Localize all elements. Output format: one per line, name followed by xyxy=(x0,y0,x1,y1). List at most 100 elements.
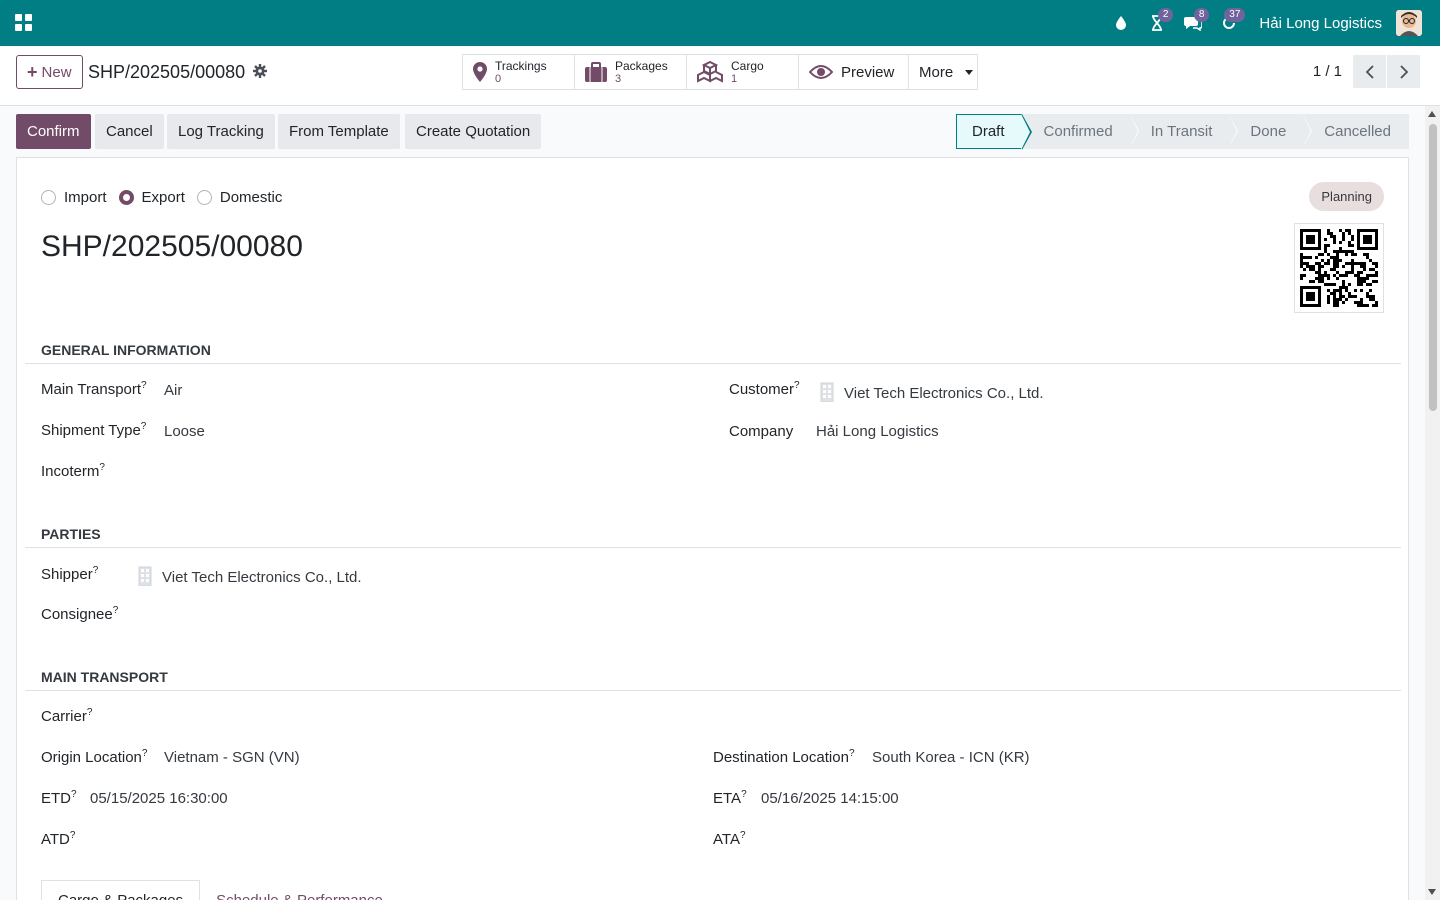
user-avatar[interactable] xyxy=(1396,10,1422,36)
stage-confirmed[interactable]: Confirmed xyxy=(1021,113,1139,149)
section-parties: PARTIES xyxy=(25,526,1401,548)
company-switcher[interactable]: Hải Long Logistics xyxy=(1259,15,1382,32)
chevron-right-icon xyxy=(1399,64,1408,79)
customer-name: Viet Tech Electronics Co., Ltd. xyxy=(844,384,1044,402)
building-icon xyxy=(820,382,834,406)
origin-location-field[interactable]: Vietnam - SGN (VN) xyxy=(164,749,300,766)
droplet-icon[interactable] xyxy=(1103,0,1139,46)
cargo-count: 1 xyxy=(731,72,738,85)
radio-export-label: Export xyxy=(141,189,185,206)
scroll-up-arrow-icon[interactable] xyxy=(1428,111,1436,117)
stage-in-transit[interactable]: In Transit xyxy=(1128,113,1239,149)
etd-field[interactable]: 05/15/2025 16:30:00 xyxy=(90,790,228,807)
stage-done[interactable]: Done xyxy=(1228,113,1313,149)
systray: 2 8 37 Hải Long Logistics xyxy=(1103,0,1422,46)
breadcrumb: SHP/202505/00080 xyxy=(88,62,268,83)
messages-badge: 8 xyxy=(1193,8,1210,22)
apps-menu-icon[interactable] xyxy=(15,14,32,31)
atd-label: ATD? xyxy=(41,830,76,848)
shipment-type-field[interactable]: Loose xyxy=(164,423,205,440)
packages-smart-button[interactable]: Packages 3 xyxy=(575,55,687,89)
pager: 1 / 1 xyxy=(1313,55,1420,88)
destination-location-field[interactable]: South Korea - ICN (KR) xyxy=(872,749,1030,766)
cargo-smart-button[interactable]: Cargo 1 xyxy=(687,55,799,89)
create-quotation-button[interactable]: Create Quotation xyxy=(405,114,542,149)
stage-in-transit-label: In Transit xyxy=(1150,123,1213,140)
smart-buttons: Trackings 0 Packages 3 Cargo 1 Preview More xyxy=(462,54,978,90)
stage-draft[interactable]: Draft xyxy=(956,114,1032,150)
incoterm-label: Incoterm? xyxy=(41,462,105,480)
pager-previous-button[interactable] xyxy=(1353,55,1386,88)
updates-badge: 37 xyxy=(1224,8,1246,22)
direction-radio-group: Import Export Domestic xyxy=(41,189,284,206)
suitcase-icon xyxy=(585,62,607,82)
record-title: SHP/202505/00080 xyxy=(41,230,303,263)
shipper-label: Shipper? xyxy=(41,565,99,583)
trackings-count: 0 xyxy=(495,72,502,85)
scroll-down-arrow-icon[interactable] xyxy=(1428,889,1436,895)
top-navbar: 2 8 37 Hải Long Logistics xyxy=(0,0,1440,46)
packages-count: 3 xyxy=(615,72,622,85)
carrier-label: Carrier? xyxy=(41,707,93,725)
shipment-type-label: Shipment Type? xyxy=(41,421,147,439)
cancel-button[interactable]: Cancel xyxy=(95,114,164,149)
radio-import-dot xyxy=(41,190,56,205)
customer-label: Customer? xyxy=(729,380,800,398)
log-tracking-button[interactable]: Log Tracking xyxy=(167,114,275,149)
chevron-left-icon xyxy=(1365,64,1374,79)
activity-badge: 2 xyxy=(1157,8,1174,22)
qr-code xyxy=(1294,223,1384,313)
shipper-field[interactable]: Viet Tech Electronics Co., Ltd. xyxy=(138,566,362,590)
gear-icon[interactable] xyxy=(253,62,268,83)
radio-export[interactable]: Export xyxy=(118,189,185,206)
confirm-button[interactable]: Confirm xyxy=(16,114,91,149)
eta-field[interactable]: 05/16/2025 14:15:00 xyxy=(761,790,899,807)
tab-schedule-performance[interactable]: Schedule & Performance xyxy=(200,880,399,900)
from-template-button[interactable]: From Template xyxy=(278,114,400,149)
origin-location-label: Origin Location? xyxy=(41,748,148,766)
radio-domestic[interactable]: Domestic xyxy=(196,189,283,206)
trackings-label: Trackings xyxy=(495,58,547,73)
preview-button[interactable]: Preview xyxy=(799,55,909,89)
plus-icon: + xyxy=(27,62,38,82)
breadcrumb-record: SHP/202505/00080 xyxy=(88,62,246,82)
radio-export-dot xyxy=(118,190,134,205)
radio-import[interactable]: Import xyxy=(41,189,107,206)
stage-cancelled[interactable]: Cancelled xyxy=(1302,114,1409,149)
stage-done-label: Done xyxy=(1250,123,1287,140)
caret-down-icon xyxy=(965,69,974,75)
notebook-tabs: Cargo & Packages Schedule & Performance xyxy=(41,880,399,900)
consignee-label: Consignee? xyxy=(41,605,119,623)
page-scrollbar[interactable] xyxy=(1425,106,1440,900)
refresh-updates-icon[interactable]: 37 xyxy=(1211,0,1247,46)
messages-icon[interactable]: 8 xyxy=(1175,0,1211,46)
more-label: More xyxy=(919,63,954,81)
customer-field[interactable]: Viet Tech Electronics Co., Ltd. xyxy=(820,382,1044,406)
radio-domestic-dot xyxy=(196,190,212,205)
more-dropdown[interactable]: More xyxy=(909,55,977,89)
etd-label: ETD? xyxy=(41,789,77,807)
tab-cargo-packages[interactable]: Cargo & Packages xyxy=(41,880,201,900)
pager-next-button[interactable] xyxy=(1387,55,1420,88)
company-label: Company xyxy=(729,423,794,440)
destination-location-label: Destination Location? xyxy=(713,748,855,766)
company-field[interactable]: Hải Long Logistics xyxy=(816,423,939,440)
planning-badge: Planning xyxy=(1309,182,1384,211)
shipper-name: Viet Tech Electronics Co., Ltd. xyxy=(162,568,362,586)
new-button[interactable]: + New xyxy=(16,55,83,89)
cargo-label: Cargo xyxy=(731,58,764,73)
radio-domestic-label: Domestic xyxy=(219,189,283,206)
new-button-label: New xyxy=(41,63,72,81)
scroll-thumb[interactable] xyxy=(1429,124,1437,411)
activity-hourglass-icon[interactable]: 2 xyxy=(1139,0,1175,46)
stage-draft-label: Draft xyxy=(972,123,1005,140)
pager-value[interactable]: 1 / 1 xyxy=(1313,63,1342,80)
form-sheet: Import Export Domestic Planning SHP/2025… xyxy=(16,157,1409,900)
control-panel: + New SHP/202505/00080 Trackings 0 Package… xyxy=(0,46,1440,106)
main-transport-field[interactable]: Air xyxy=(164,382,182,399)
cubes-icon xyxy=(697,61,723,83)
trackings-smart-button[interactable]: Trackings 0 xyxy=(463,55,575,89)
main-transport-label: Main Transport? xyxy=(41,380,147,398)
stage-confirmed-label: Confirmed xyxy=(1043,123,1113,140)
eye-icon xyxy=(809,65,833,79)
